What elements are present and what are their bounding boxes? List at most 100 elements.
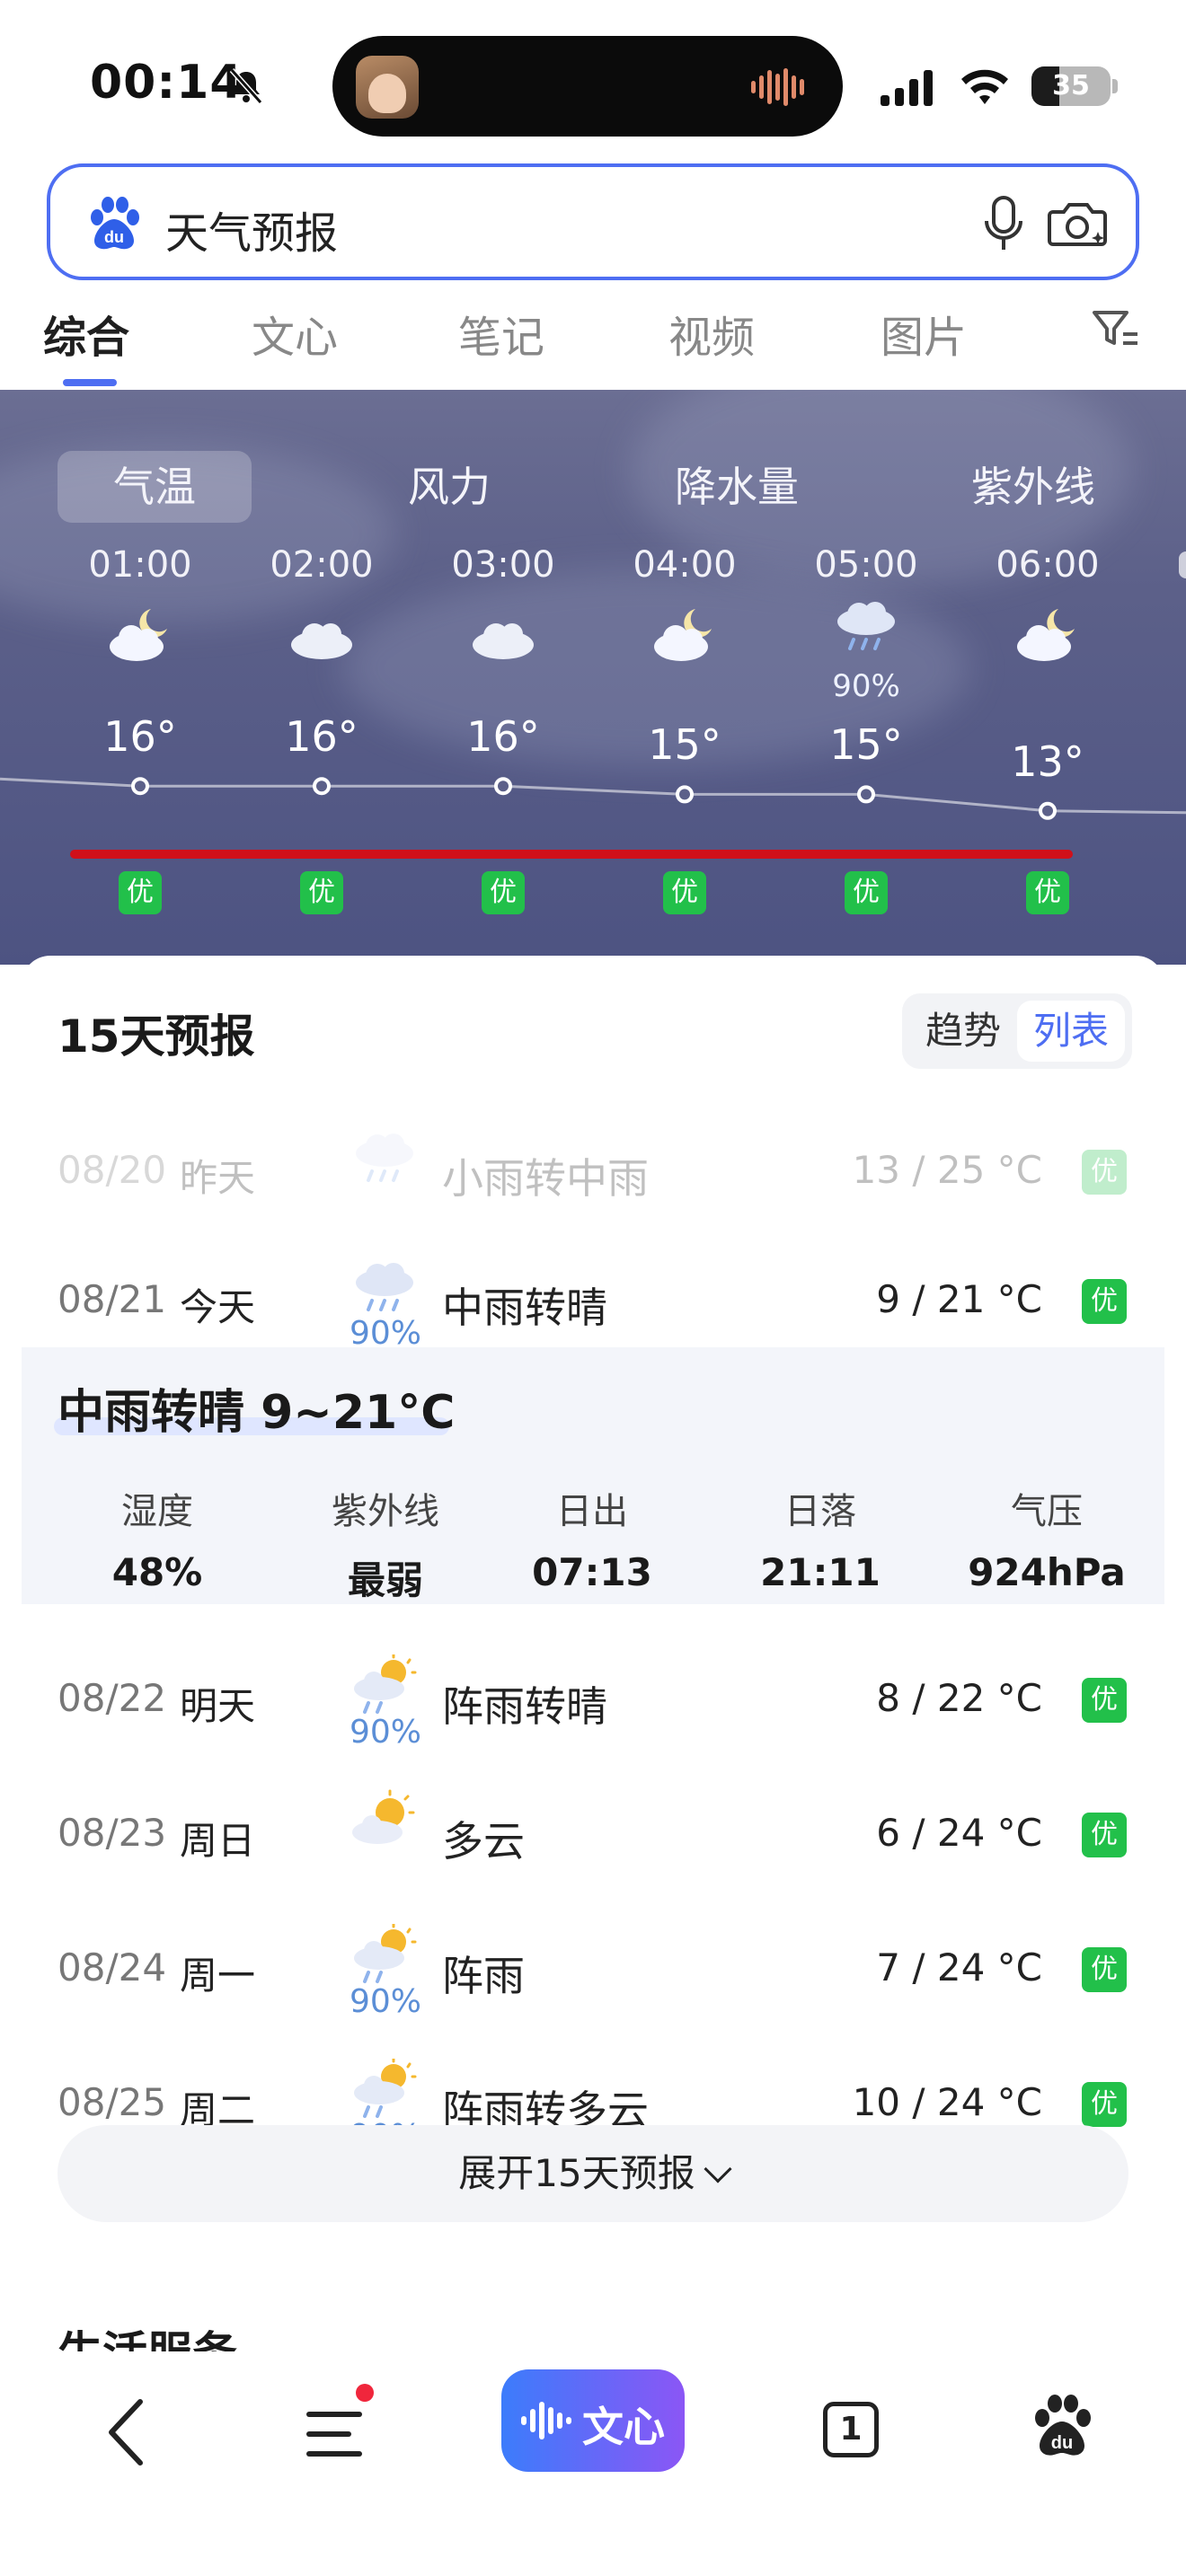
row-temps: 6 / 24 °C: [876, 1811, 1042, 1855]
menu-icon[interactable]: [305, 2409, 363, 2459]
stat-label: 日出: [556, 1491, 628, 1532]
rain-chance: 90%: [349, 1983, 421, 2020]
hour-time: 06:00: [996, 544, 1100, 586]
row-desc: 中雨转晴: [442, 1284, 607, 1332]
svg-text:du: du: [1051, 2433, 1073, 2453]
aqi-badge: 优: [1082, 1150, 1127, 1195]
row-temps: 9 / 21 °C: [876, 1277, 1042, 1321]
camera-search-icon[interactable]: [1046, 196, 1111, 251]
stat-uv: 紫外线 最弱: [282, 1482, 489, 1605]
today-detail: 中雨转晴 9~21°C 湿度 48% 紫外线 最弱 日出 07:13 日落 21…: [22, 1347, 1164, 1604]
battery-percent: 35: [1052, 70, 1090, 101]
aqi-bar: [70, 850, 1073, 859]
now-playing-avatar: [356, 56, 419, 119]
baidu-paw-logo[interactable]: du: [86, 196, 142, 251]
hour-temp: 16°: [466, 712, 540, 762]
rain-chance: 90%: [349, 1714, 421, 1751]
forecast-row[interactable]: 08/24 周一 90% 阵雨 7 / 24 °C 优: [22, 1904, 1164, 2030]
forecast-title: 15天预报: [58, 1010, 255, 1063]
baidu-paw-icon[interactable]: du: [1031, 2395, 1093, 2459]
forecast-row[interactable]: 08/23 周日 多云 6 / 24 °C 优: [22, 1769, 1164, 1895]
notification-dot: [356, 2384, 374, 2402]
row-day: 今天: [180, 1285, 256, 1329]
row-temps: 13 / 25 °C: [852, 1148, 1042, 1192]
hour-temp: 16°: [285, 712, 358, 762]
aqi-badge: 优: [1082, 1279, 1127, 1324]
rain-cloud-icon: [349, 1126, 420, 1189]
row-temps: 10 / 24 °C: [852, 2080, 1042, 2124]
toggle-trend[interactable]: 趋势: [909, 1001, 1017, 1062]
stat-label: 日落: [784, 1491, 856, 1532]
detail-title: 中雨转晴 9~21°C: [58, 1386, 456, 1440]
row-date: 08/21: [58, 1277, 167, 1321]
hour-temp: 15°: [648, 720, 721, 770]
silent-bell-icon: [229, 68, 263, 104]
forecast-row-today[interactable]: 08/21 今天 90% 中雨转晴 9 / 21 °C 优: [22, 1236, 1164, 1362]
dynamic-island[interactable]: [332, 36, 843, 137]
svg-text:du: du: [104, 228, 124, 246]
temp-point: [676, 785, 694, 804]
row-day: 明天: [180, 1684, 256, 1728]
stat-sunrise: 日出 07:13: [489, 1482, 695, 1594]
stat-sunset: 日落 21:11: [717, 1482, 924, 1594]
search-query[interactable]: 天气预报: [165, 198, 338, 260]
tab-count-button[interactable]: 1: [823, 2402, 879, 2457]
hourly-weather-panel: 气温 风力 降水量 紫外线 01:00 16° 优 02:00 16° 优 03:00 16°…: [0, 390, 1186, 965]
temp-point: [857, 785, 875, 804]
sun-rain-icon: [349, 2057, 420, 2122]
voice-wave-icon: [521, 2402, 571, 2439]
aqi-badge: 优: [663, 871, 706, 914]
stat-value: 21:11: [760, 1550, 881, 1594]
rain-cloud-icon: [349, 1256, 420, 1319]
row-desc: 阵雨转晴: [442, 1682, 607, 1731]
tab-videos[interactable]: 视频: [668, 302, 755, 365]
moon-cloud-icon: [104, 604, 176, 666]
bottom-nav: 文心 1 du: [0, 2351, 1186, 2576]
rain-cloud-icon: [830, 595, 902, 657]
aqi-badge: 优: [1026, 871, 1069, 914]
hour-temp: 15°: [829, 720, 903, 770]
stat-humidity: 湿度 48%: [54, 1482, 261, 1594]
row-desc: 阵雨: [442, 1952, 525, 2000]
stat-label: 紫外线: [332, 1491, 439, 1532]
cloud-icon: [286, 604, 358, 666]
expand-forecast-button[interactable]: 展开15天预报: [58, 2125, 1128, 2222]
aqi-badge: 优: [119, 871, 162, 914]
stat-value: 48%: [111, 1550, 203, 1594]
wenxin-button[interactable]: 文心: [501, 2369, 685, 2472]
tab-images[interactable]: 图片: [881, 302, 967, 365]
moon-cloud-icon: [649, 604, 721, 666]
mic-icon[interactable]: [981, 194, 1026, 253]
hour-time: 03:00: [451, 544, 555, 586]
row-date: 08/24: [58, 1945, 167, 1989]
hour-time: 01:00: [88, 544, 192, 586]
status-bar: 00:14 35: [0, 0, 1186, 162]
forecast-row[interactable]: 08/22 明天 90% 阵雨转晴 8 / 22 °C 优: [22, 1635, 1164, 1760]
view-toggle: 趋势 列表: [902, 993, 1132, 1069]
filter-icon[interactable]: [1091, 307, 1141, 350]
search-tabs: 综合 文心 笔记 视频 图片: [0, 302, 1186, 392]
search-bar[interactable]: du 天气预报: [47, 163, 1139, 280]
chevron-down-icon: [704, 2155, 732, 2183]
back-icon[interactable]: [106, 2396, 146, 2468]
toggle-list[interactable]: 列表: [1017, 1001, 1125, 1062]
clock: 00:14: [90, 56, 243, 110]
rain-chance: 90%: [832, 668, 900, 704]
row-desc: 多云: [442, 1817, 525, 1866]
hour-time: 04:00: [633, 544, 737, 586]
sun-cloud-icon: [349, 1789, 420, 1852]
rain-chance: 90%: [349, 1315, 421, 1352]
battery-indicator: 35: [1031, 66, 1118, 106]
forecast-row-yesterday[interactable]: 08/20 昨天 小雨转中雨 13 / 25 °C 优: [22, 1107, 1164, 1232]
tab-general[interactable]: 综合: [43, 302, 129, 365]
row-temps: 7 / 24 °C: [876, 1945, 1042, 1989]
stat-value: 924hPa: [968, 1550, 1126, 1594]
tab-notes[interactable]: 笔记: [458, 302, 544, 365]
scroll-hint: [1179, 551, 1186, 578]
aqi-badge: 优: [482, 871, 525, 914]
row-day: 周一: [180, 1954, 256, 1998]
tab-wenxin[interactable]: 文心: [252, 302, 338, 365]
cloud-icon: [467, 604, 539, 666]
aqi-badge: 优: [1082, 1813, 1127, 1857]
hour-temp: 16°: [103, 712, 177, 762]
